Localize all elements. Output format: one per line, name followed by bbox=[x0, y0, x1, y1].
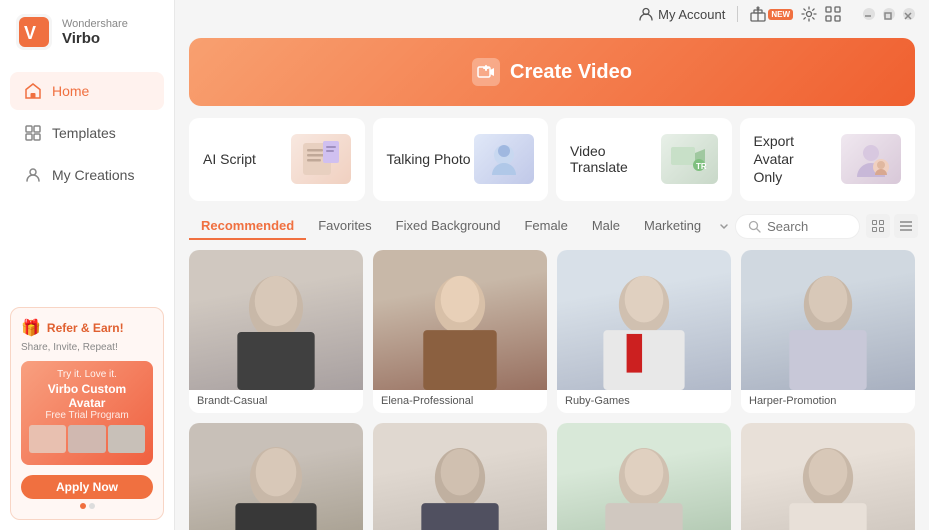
avatar-card-3[interactable]: Ruby-Games bbox=[557, 250, 731, 413]
export-avatar-thumb bbox=[841, 134, 901, 184]
titlebar-icons: NEW bbox=[750, 6, 841, 22]
filter-search bbox=[735, 214, 860, 239]
titlebar: My Account NEW bbox=[175, 0, 929, 28]
svg-text:TR: TR bbox=[696, 162, 707, 171]
sidebar-templates-label: Templates bbox=[52, 125, 116, 141]
promo-refer-title: Refer & Earn! bbox=[47, 321, 124, 335]
list-view-button[interactable] bbox=[894, 214, 918, 238]
sidebar-home-label: Home bbox=[52, 83, 89, 99]
avatar-card-1[interactable]: Brandt-Casual bbox=[189, 250, 363, 413]
product-name: Virbo bbox=[62, 30, 128, 47]
logo-text: Wondershare Virbo bbox=[62, 18, 128, 47]
promo-custom-title: Virbo Custom Avatar bbox=[29, 382, 145, 410]
filter-tab-male[interactable]: Male bbox=[580, 213, 632, 240]
avatar-name-1: Brandt-Casual bbox=[189, 390, 363, 413]
logo-area: V Wondershare Virbo bbox=[0, 0, 174, 64]
svg-text:V: V bbox=[24, 23, 36, 43]
filter-tab-female[interactable]: Female bbox=[512, 213, 579, 240]
create-video-button[interactable]: Create Video bbox=[189, 38, 915, 106]
avatar-name-3: Ruby-Games bbox=[557, 390, 731, 413]
window-controls bbox=[863, 8, 915, 20]
create-video-plus-icon bbox=[472, 58, 500, 86]
talking-photo-label: Talking Photo bbox=[387, 151, 471, 167]
sidebar-item-my-creations[interactable]: My Creations bbox=[10, 156, 164, 194]
app-logo-icon: V bbox=[16, 14, 52, 50]
filter-tab-recommended[interactable]: Recommended bbox=[189, 213, 306, 240]
account-label: My Account bbox=[658, 7, 725, 22]
account-icon bbox=[639, 7, 653, 21]
grid-icon[interactable] bbox=[825, 6, 841, 22]
brand-name: Wondershare bbox=[62, 18, 128, 30]
avatar-card-6[interactable] bbox=[373, 423, 547, 530]
video-translate-thumb: TR bbox=[661, 134, 717, 184]
settings-icon[interactable] bbox=[801, 6, 817, 22]
maximize-button[interactable] bbox=[883, 8, 895, 20]
avatar-img-2 bbox=[373, 250, 547, 390]
feature-card-video-translate[interactable]: Video Translate TR bbox=[556, 118, 732, 201]
filter-tab-favorites[interactable]: Favorites bbox=[306, 213, 383, 240]
sidebar: V Wondershare Virbo Home bbox=[0, 0, 175, 530]
filter-more-button[interactable] bbox=[713, 219, 735, 233]
avatar-name-2: Elena-Professional bbox=[373, 390, 547, 413]
promo-refer-header: 🎁 Refer & Earn! bbox=[21, 318, 153, 338]
titlebar-separator bbox=[737, 6, 738, 22]
filter-tab-fixed-bg[interactable]: Fixed Background bbox=[384, 213, 513, 240]
promo-custom-sub: Free Trial Program bbox=[29, 410, 145, 421]
avatar-card-8[interactable] bbox=[741, 423, 915, 530]
grid-view-button[interactable] bbox=[866, 214, 890, 238]
avatar-card-7[interactable] bbox=[557, 423, 731, 530]
avatar-card-4[interactable]: Harper-Promotion bbox=[741, 250, 915, 413]
sidebar-item-home[interactable]: Home bbox=[10, 72, 164, 110]
sidebar-creations-label: My Creations bbox=[52, 167, 134, 183]
sidebar-nav: Home Templates My Creations bbox=[0, 64, 174, 202]
minimize-button[interactable] bbox=[863, 8, 875, 20]
feature-cards: AI Script Talking Photo bbox=[189, 118, 915, 201]
export-avatar-label: Export Avatar Only bbox=[754, 132, 824, 187]
view-toggle bbox=[866, 214, 918, 238]
search-input[interactable] bbox=[767, 219, 847, 234]
close-button[interactable] bbox=[903, 8, 915, 20]
promo-box: 🎁 Refer & Earn! Share, Invite, Repeat! T… bbox=[10, 307, 164, 520]
avatar-grid: Brandt-Casual Elena-Professional bbox=[189, 250, 915, 530]
avatar-name-4: Harper-Promotion bbox=[741, 390, 915, 413]
avatar-img-8 bbox=[741, 423, 915, 530]
main-area: My Account NEW bbox=[175, 0, 929, 530]
filter-tab-marketing[interactable]: Marketing bbox=[632, 213, 713, 240]
feature-card-ai-script[interactable]: AI Script bbox=[189, 118, 365, 201]
new-badge: NEW bbox=[768, 9, 793, 20]
avatar-img-6 bbox=[373, 423, 547, 530]
my-creations-icon bbox=[24, 166, 42, 184]
avatar-img-7 bbox=[557, 423, 731, 530]
ai-script-thumb bbox=[291, 134, 351, 184]
avatar-card-5[interactable]: HOT bbox=[189, 423, 363, 530]
feature-card-talking-photo[interactable]: Talking Photo bbox=[373, 118, 549, 201]
home-icon bbox=[24, 82, 42, 100]
promo-dots bbox=[21, 503, 153, 509]
promo-refer-sub: Share, Invite, Repeat! bbox=[21, 342, 153, 353]
avatar-card-2[interactable]: Elena-Professional bbox=[373, 250, 547, 413]
promo-custom-area: Try it. Love it. Virbo Custom Avatar Fre… bbox=[21, 361, 153, 465]
talking-photo-thumb bbox=[474, 134, 534, 184]
promo-custom-line1: Try it. Love it. bbox=[29, 369, 145, 380]
sidebar-item-templates[interactable]: Templates bbox=[10, 114, 164, 152]
create-video-label: Create Video bbox=[510, 61, 632, 84]
gift-icon[interactable]: NEW bbox=[750, 6, 793, 22]
avatar-img-4 bbox=[741, 250, 915, 390]
account-button[interactable]: My Account bbox=[639, 7, 725, 22]
feature-card-export-avatar[interactable]: Export Avatar Only bbox=[740, 118, 916, 201]
avatar-img-5 bbox=[189, 423, 363, 530]
filter-row: Recommended Favorites Fixed Background F… bbox=[189, 213, 915, 240]
video-translate-label: Video Translate bbox=[570, 143, 661, 175]
search-icon bbox=[748, 220, 761, 233]
templates-icon bbox=[24, 124, 42, 142]
content-area: Create Video AI Script bbox=[175, 28, 929, 530]
avatar-img-3 bbox=[557, 250, 731, 390]
ai-script-label: AI Script bbox=[203, 151, 256, 167]
avatar-img-1 bbox=[189, 250, 363, 390]
promo-apply-button[interactable]: Apply Now bbox=[21, 475, 153, 499]
promo-img-grid bbox=[29, 425, 145, 453]
